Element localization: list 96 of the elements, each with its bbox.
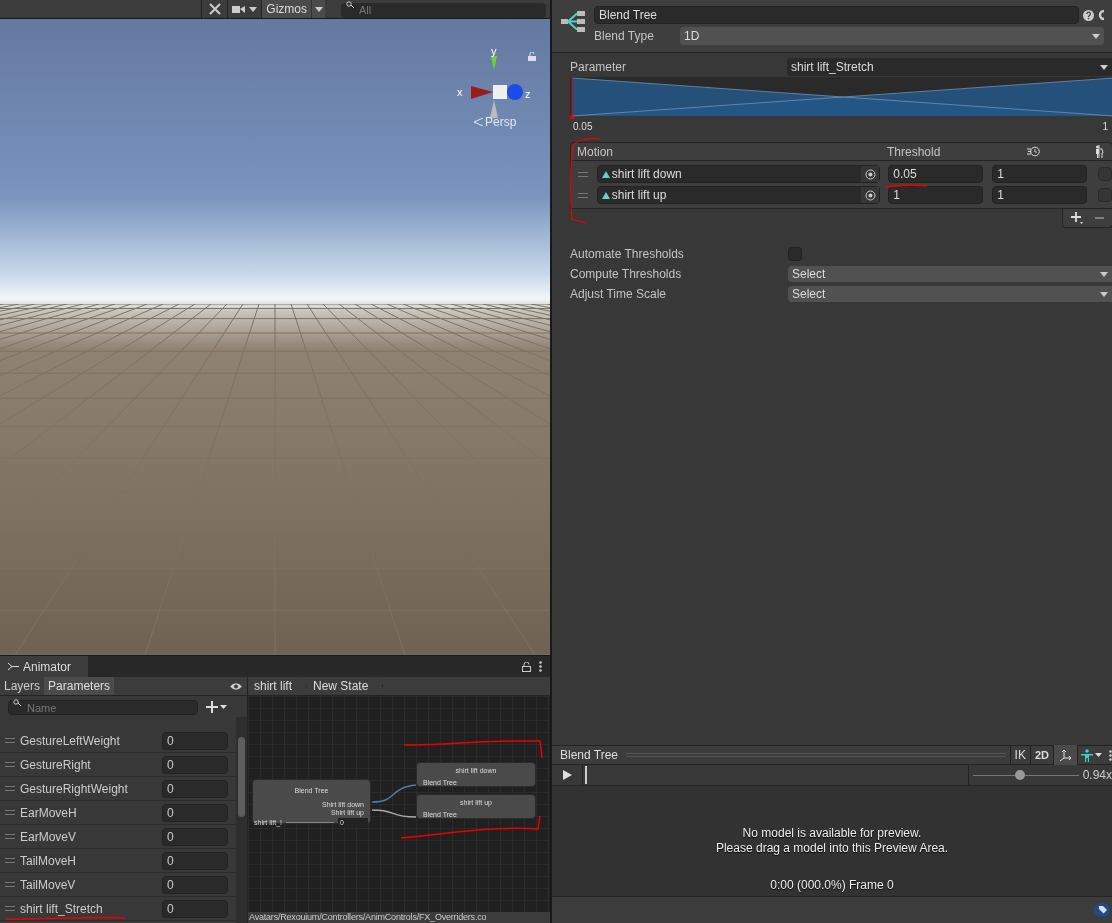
preview-title: Blend Tree [559,747,620,764]
object-picker-icon[interactable] [861,187,880,203]
play-icon [562,770,572,780]
field-label: Adjust Time Scale [570,286,668,303]
speed-clock-icon [1027,146,1040,157]
tag-icon[interactable] [1094,903,1110,917]
slider-thumb[interactable] [1015,770,1026,780]
field-label: Parameter [570,59,628,76]
object-picker-icon[interactable] [861,166,880,182]
parameter-dropdown[interactable]: shirt lift_Stretch [787,58,1112,76]
blend-type-dropdown[interactable]: 1D [680,27,1104,45]
camera-icon [232,4,246,14]
parameter-name: shirt lift_Stretch [20,900,104,918]
more-options-icon[interactable] [539,661,542,672]
caret-icon [314,6,323,12]
pivot-axes-icon [1059,748,1072,762]
parameter-name: GestureRightWeight [20,780,129,798]
more-options-icon[interactable] [1109,749,1112,761]
help-icon[interactable] [1083,9,1094,21]
caret-icon [1100,271,1108,277]
search-icon [346,1,355,9]
parameter-name: GestureLeftWeight [20,732,121,750]
parameter-value-field[interactable]: 0 [162,851,228,870]
compute-thresholds-dropdown[interactable]: Select [788,266,1112,282]
speed-reading: 0.94x [1082,767,1112,784]
threshold-field[interactable]: 0.05 [888,165,984,183]
mirror-figure-icon [1094,145,1104,158]
pivot-toggle[interactable] [1053,745,1077,765]
connection-line [371,784,417,803]
parameter-search-field[interactable]: Name [8,700,198,716]
parameter-name: TailMoveV [20,876,77,894]
animator-tab[interactable]: Animator [0,656,88,677]
search-field[interactable]: All [341,2,546,18]
parameter-name: EarMoveV [20,828,78,846]
caret-icon [1100,291,1108,297]
drag-handle-icon[interactable] [575,192,591,198]
parameter-name: TailMoveH [20,852,77,870]
range-min-label: 0.05 [572,120,593,134]
minus-icon [1095,217,1104,219]
field-label: Blend Type [594,28,655,45]
motion-field[interactable]: shirt lift down [596,165,881,183]
threshold-field[interactable]: 1 [888,186,984,204]
caret-icon [249,6,258,12]
gizmos-dropdown[interactable] [311,0,325,18]
lock-icon[interactable] [522,661,531,672]
parameter-name: EarMoveH [20,804,78,822]
speed-slider[interactable] [972,770,1079,780]
speed-field[interactable]: 1 [992,186,1088,204]
animation-clip-icon [601,191,610,199]
parameter-value-field[interactable]: 0 [162,875,228,894]
plus-icon [1071,212,1083,224]
motion-field[interactable]: shirt lift up [596,186,881,204]
field-label: Compute Thresholds [570,266,683,283]
adjust-time-scale-dropdown[interactable]: Select [788,286,1112,302]
preview-message: Please drag a model into this Preview Area. [715,841,949,856]
search-icon [13,698,22,707]
scrollbar[interactable] [236,717,247,923]
caret-icon [1092,33,1100,39]
column-header: Motion [576,143,615,161]
range-max-label: 1 [1102,120,1108,134]
parameter-value-field[interactable]: 0 [162,731,228,750]
gizmos-button[interactable]: Gizmos [261,0,311,18]
plus-icon [206,700,218,713]
column-header: Threshold [887,143,942,161]
add-motion-button[interactable] [1071,212,1083,224]
drag-handle-icon[interactable] [575,171,591,177]
lock-icon [528,52,536,61]
parameter-value-field[interactable]: 0 [162,899,228,918]
blend-tree-icon [560,8,586,34]
visibility-icon[interactable] [229,681,243,691]
parameter-value-field[interactable]: 0 [162,803,228,822]
humanoid-icon [1081,748,1093,762]
parameter-value-field[interactable]: 0 [162,779,228,798]
motion-name: shirt lift down [611,166,683,183]
blend-tree-name-field[interactable]: Blend Tree [594,6,1079,24]
tab-label: Animator [23,658,72,676]
caret-icon [220,704,227,709]
tab[interactable]: Layers [0,677,45,695]
parameter-value-field[interactable]: 0 [162,827,228,846]
caret-icon [1100,64,1108,70]
preview-time: 0:00 (000.0%) Frame 0 [770,877,894,894]
field-label: Automate Thresholds [570,246,685,263]
speed-field[interactable]: 1 [992,165,1088,183]
animation-clip-icon [601,170,610,178]
parameter-value-field[interactable]: 0 [162,755,228,774]
asset-path: Avatars/Rexouium/Controllers/AnimControls/FX_Overriders.co [249,912,487,923]
parameter-name: GestureRight [20,756,92,774]
annotation-stroke [885,184,928,188]
tab[interactable]: Parameters [44,677,115,695]
motion-name: shirt lift up [611,187,668,204]
add-parameter-button[interactable] [206,700,227,713]
animator-icon [8,662,19,671]
perspective-icon [473,118,483,126]
caret-icon [1095,753,1102,757]
connection-line [371,809,417,818]
preview-message: No model is available for preview. [742,826,922,841]
